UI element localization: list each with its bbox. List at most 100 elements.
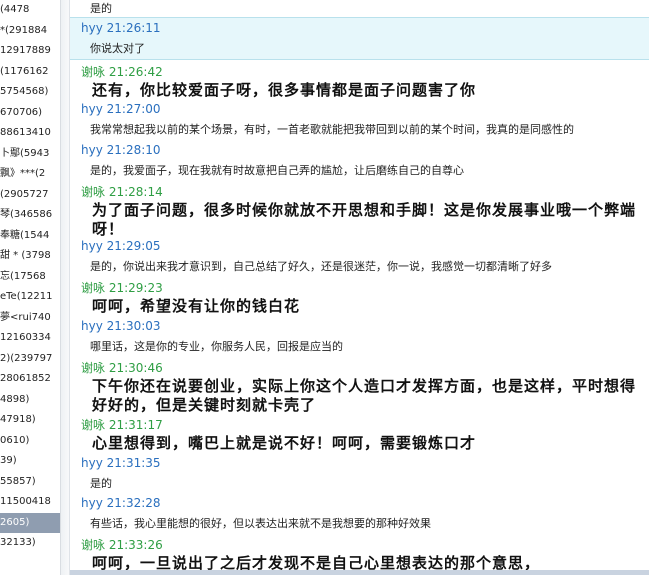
message-text: 呵呵，希望没有让你的钱白花 — [92, 297, 301, 315]
sender-name: 谢咏 — [81, 185, 106, 199]
contact-label: 5754568) — [0, 86, 49, 97]
previous-message-text: 是的 — [90, 2, 112, 15]
contact-label: 39) — [0, 455, 17, 466]
contact-list-item[interactable]: 28061852 — [0, 369, 60, 390]
sender-name: hyy — [81, 319, 103, 333]
chat-message: hyy 21:29:05 是的，你说出来我才意识到，自己总结了好久，还是很迷茫，你… — [70, 236, 649, 276]
message-text: 是的，你说出来我才意识到，自己总结了好久，还是很迷茫，你一说，我感觉一切都清晰了… — [90, 260, 552, 273]
contact-list-item[interactable]: (2905727 — [0, 185, 60, 206]
sender-name: 谢咏 — [81, 418, 106, 432]
contact-label: (2905727 — [0, 188, 49, 200]
contact-list-item[interactable]: 32133) — [0, 533, 60, 554]
message-text: 哪里话，这是你的专业，你服务人民，回报是应当的 — [90, 340, 343, 353]
chat-history[interactable]: 是的 hyy 21:26:11 你说太对了 谢咏 21:26:42 还有，你比较爱面子… — [70, 0, 649, 575]
pane-splitter[interactable] — [61, 0, 70, 575]
contact-list-item[interactable]: *(291884 — [0, 21, 60, 42]
contact-list-item[interactable]: 卜鄢(5943 — [0, 144, 60, 165]
contact-list-item[interactable]: 奉糖(1544 — [0, 226, 60, 247]
chat-message: hyy 21:31:35 是的 — [70, 453, 649, 493]
chat-message: 谢咏 21:29:23 呵呵，希望没有让你的钱白花 — [70, 276, 649, 316]
contact-label: (4478 — [0, 4, 30, 15]
message-text: 心里想得到，嘴巴上就是说不好！呵呵，需要锻炼口才 — [92, 434, 477, 452]
chat-message: hyy 21:30:03 哪里话，这是你的专业，你服务人民，回报是应当的 — [70, 316, 649, 356]
message-header: hyy 21:26:11 — [81, 21, 161, 35]
contact-list-item[interactable]: 0610) — [0, 431, 60, 452]
contact-label: (1176162 — [0, 65, 49, 77]
contact-list-item[interactable]: eTe(12211 — [0, 287, 60, 308]
contact-label: 47918) — [0, 414, 36, 425]
message-text: 我常常想起我以前的某个场景，有时，一首老歌就能把我带回到以前的某个时间，我真的是… — [90, 123, 574, 136]
message-time: 21:31:17 — [108, 418, 163, 432]
contact-list-item[interactable]: 夢<rui740 — [0, 308, 60, 329]
message-header: 谢咏 21:31:17 — [81, 416, 163, 433]
chat-message: 谢咏 21:31:17 心里想得到，嘴巴上就是说不好！呵呵，需要锻炼口才 — [70, 413, 649, 453]
sender-name: hyy — [81, 496, 103, 510]
contact-list-item[interactable]: 47918) — [0, 410, 60, 431]
message-header: hyy 21:28:10 — [81, 143, 161, 157]
contact-label: *(291884 — [0, 24, 48, 36]
contact-list-item[interactable]: 甜 * (3798 — [0, 246, 60, 267]
message-header: hyy 21:29:05 — [81, 239, 161, 253]
message-text: 还有，你比较爱面子呀，很多事情都是面子问题害了你 — [92, 81, 477, 99]
sender-name: 谢咏 — [81, 538, 106, 552]
contact-list-item[interactable]: 5754568) — [0, 82, 60, 103]
chat-message: hyy 21:27:00 我常常想起我以前的某个场景，有时，一首老歌就能把我带回到… — [70, 99, 649, 140]
contact-list-item[interactable]: 12160334 — [0, 328, 60, 349]
contact-label: 琴(346586 — [0, 209, 53, 220]
contact-list-item[interactable]: 飘》***(2 — [0, 164, 60, 185]
contact-label: 88613410 — [0, 127, 51, 138]
message-time: 21:33:26 — [108, 538, 163, 552]
contact-label: 670706) — [0, 106, 43, 118]
contact-label: 夢<rui740 — [0, 311, 51, 323]
message-time: 21:28:10 — [106, 143, 161, 157]
message-time: 21:30:46 — [108, 361, 163, 375]
message-header: 谢咏 21:26:42 — [81, 63, 163, 80]
contact-list-item[interactable]: (1176162 — [0, 62, 60, 83]
contact-list-item[interactable]: 琴(346586 — [0, 205, 60, 226]
contact-list-item[interactable]: (4478 — [0, 0, 60, 21]
message-header: hyy 21:27:00 — [81, 102, 161, 116]
contact-list-item[interactable]: 39) — [0, 451, 60, 472]
message-time: 21:30:03 — [106, 319, 161, 333]
contact-list-item[interactable]: 2605) — [0, 512, 60, 533]
message-time: 21:29:05 — [106, 239, 161, 253]
contact-list-item[interactable]: 55857) — [0, 472, 60, 493]
chat-message: hyy 21:28:10 是的，我爱面子，现在我就有时故意把自己弄的尴尬，让后磨练… — [70, 140, 649, 180]
message-text: 为了面子问题，很多时候你就放不开思想和手脚！这是你发展事业哦一个弊端呀！ — [92, 201, 637, 238]
sender-name: hyy — [81, 239, 103, 253]
chat-message: hyy 21:26:11 你说太对了 — [70, 17, 649, 60]
chat-message: 谢咏 21:26:42 还有，你比较爱面子呀，很多事情都是面子问题害了你 — [70, 60, 649, 99]
message-header: 谢咏 21:28:14 — [81, 183, 163, 200]
message-text: 是的，我爱面子，现在我就有时故意把自己弄的尴尬，让后磨练自己的自尊心 — [90, 164, 464, 177]
sender-name: 谢咏 — [81, 281, 106, 295]
contact-list[interactable]: (4478 *(291884 12917889 (1176162 5754568) 670… — [0, 0, 61, 575]
contact-label: 奉糖(1544 — [0, 229, 50, 241]
contact-list-item[interactable] — [0, 554, 60, 575]
sender-name: hyy — [81, 21, 103, 35]
horizontal-scrollbar[interactable] — [70, 570, 649, 575]
contact-list-item[interactable]: 忘(17568 — [0, 267, 60, 288]
contact-list-item[interactable]: 2)(239797 — [0, 349, 60, 370]
contact-label: 飘》***(2 — [0, 168, 46, 179]
contact-label: 28061852 — [0, 373, 51, 384]
contact-label: 4898) — [0, 393, 30, 405]
contact-label: 忘(17568 — [0, 270, 46, 282]
message-time: 21:26:11 — [106, 21, 161, 35]
contact-list-item[interactable]: 4898) — [0, 390, 60, 411]
message-text: 是的 — [90, 477, 112, 490]
message-text: 下午你还在说要创业，实际上你这个人造口才发挥方面，也是这样，平时想得好好的，但是… — [92, 377, 637, 414]
contact-list-item[interactable]: 11500418 — [0, 492, 60, 513]
message-time: 21:31:35 — [106, 456, 161, 470]
contact-list-item[interactable]: 88613410 — [0, 123, 60, 144]
message-header: 谢咏 21:29:23 — [81, 279, 163, 296]
contact-label: 0610) — [0, 434, 30, 446]
chat-message: 谢咏 21:33:26 呵呵，一旦说出了之后才发现不是自己心里想表达的那个意思， — [70, 533, 649, 575]
contact-label: 32133) — [0, 537, 36, 548]
contact-label: 2)(239797 — [0, 352, 53, 364]
sender-name: hyy — [81, 102, 103, 116]
contact-list-item[interactable]: 670706) — [0, 103, 60, 124]
contact-label: 12917889 — [0, 45, 51, 56]
chat-message: 谢咏 21:28:14 为了面子问题，很多时候你就放不开思想和手脚！这是你发展事业… — [70, 180, 649, 238]
sender-name: hyy — [81, 143, 103, 157]
contact-list-item[interactable]: 12917889 — [0, 41, 60, 62]
